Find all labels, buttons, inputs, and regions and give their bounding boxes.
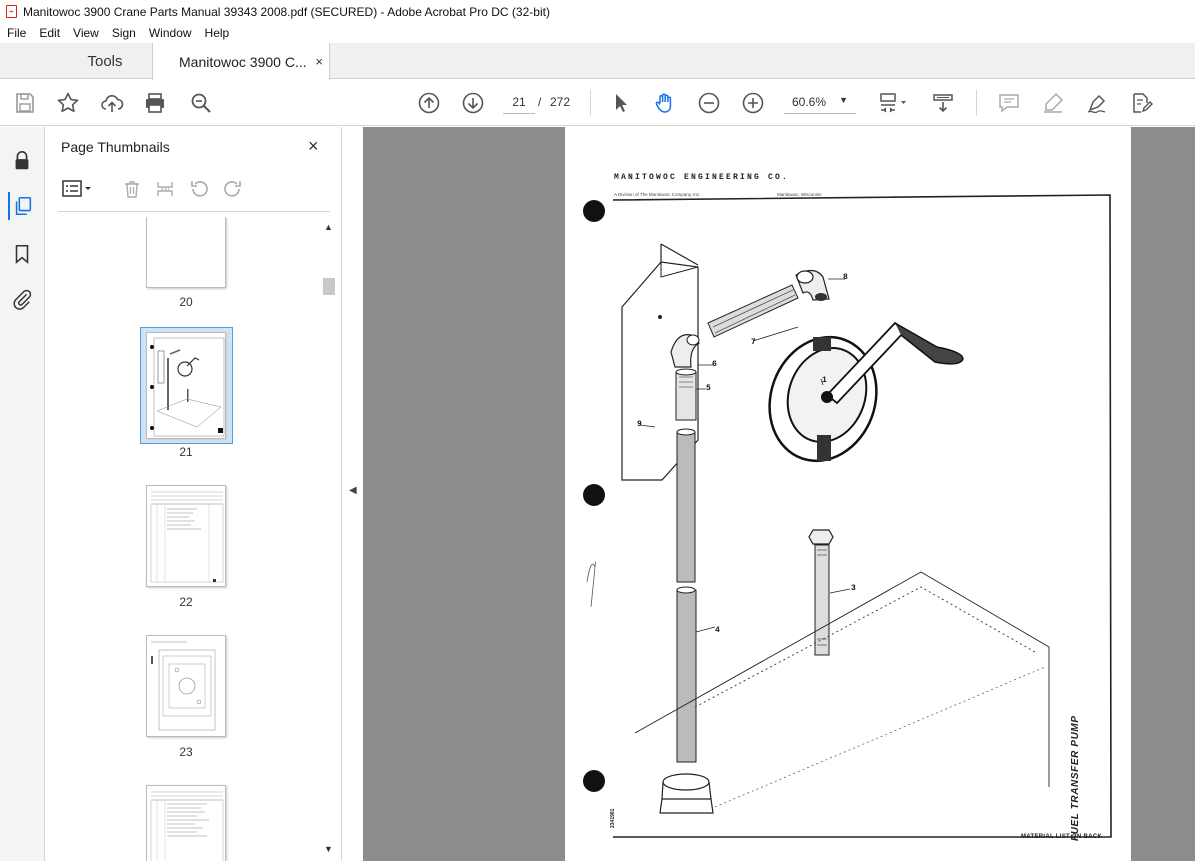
- scroll-mode-icon[interactable]: [930, 90, 956, 116]
- insert-page-icon[interactable]: [153, 177, 177, 201]
- document-view[interactable]: MANITOWOC ENGINEERING CO. A Division of …: [363, 127, 1195, 861]
- menu-file[interactable]: File: [0, 26, 32, 40]
- thumbnail-page-24[interactable]: [146, 785, 226, 861]
- cloud-upload-icon[interactable]: [99, 90, 125, 116]
- document-footer: MATERIAL LIST ON BACK: [1021, 834, 1103, 840]
- menu-window[interactable]: Window: [142, 26, 198, 40]
- thumbnail-page-23[interactable]: [146, 635, 226, 737]
- acrobat-pdf-icon: ⌁: [6, 5, 17, 18]
- page-thumbnails-panel: Page Thumbnails × 20 21 22 23 ▲ ▼: [46, 127, 342, 861]
- delete-page-icon[interactable]: [120, 177, 144, 201]
- menu-sign[interactable]: Sign: [105, 26, 142, 40]
- close-tab-icon[interactable]: ×: [315, 54, 323, 69]
- thumbnail-21-preview: [150, 337, 225, 437]
- callout-label: 9: [637, 420, 642, 429]
- menu-bar: File Edit View Sign Window Help: [0, 23, 1195, 43]
- thumbnail-label: 22: [179, 595, 193, 609]
- thumbnail-23-preview: [151, 641, 216, 731]
- document-side-title: FUEL TRANSFER PUMP: [1070, 715, 1081, 841]
- panel-title: Page Thumbnails: [61, 139, 170, 155]
- print-icon[interactable]: [142, 90, 168, 116]
- next-page-icon[interactable]: [460, 90, 486, 116]
- acrobat-window: ⌁ Manitowoc 3900 Crane Parts Manual 3934…: [0, 0, 1195, 861]
- sign-pen-icon[interactable]: [1084, 90, 1110, 116]
- tab-document[interactable]: Manitowoc 3900 C... ×: [152, 43, 330, 80]
- title-bar: ⌁ Manitowoc 3900 Crane Parts Manual 3934…: [0, 0, 1195, 23]
- tab-tools[interactable]: Tools: [58, 43, 152, 79]
- bookmarks-icon[interactable]: [8, 240, 36, 268]
- rotate-clockwise-icon[interactable]: [221, 177, 245, 201]
- rotate-counterclockwise-icon[interactable]: [187, 177, 211, 201]
- options-menu-icon[interactable]: [60, 177, 94, 201]
- window-title: Manitowoc 3900 Crane Parts Manual 39343 …: [23, 4, 550, 19]
- callout-label: 6: [712, 360, 717, 369]
- thumbnail-scrollbar[interactable]: ▲ ▼: [322, 220, 336, 858]
- highlight-pen-icon[interactable]: [1040, 90, 1066, 116]
- thumbnail-page-22[interactable]: [146, 485, 226, 587]
- thumbnail-page-21[interactable]: [146, 332, 226, 439]
- toolbar-divider: [976, 90, 977, 116]
- callout-label: 1: [822, 376, 827, 385]
- comment-icon[interactable]: [996, 90, 1022, 116]
- search-zoom-icon[interactable]: [188, 90, 214, 116]
- menu-help[interactable]: Help: [198, 26, 236, 40]
- tab-document-label: Manitowoc 3900 C...: [179, 53, 307, 70]
- chevron-down-icon: ▼: [839, 95, 848, 105]
- page-separator: /: [538, 95, 542, 109]
- thumbnail-list: 20 21 22 23: [46, 217, 326, 861]
- close-panel-icon[interactable]: ×: [308, 136, 319, 157]
- zoom-level-select[interactable]: 60.6% ▼: [784, 90, 856, 114]
- edit-document-icon[interactable]: [1128, 90, 1154, 116]
- callout-label: 5: [706, 384, 711, 393]
- scrollbar-thumb[interactable]: [323, 278, 335, 295]
- page-number-input[interactable]: 21: [503, 90, 535, 114]
- hand-tool-icon[interactable]: [652, 90, 678, 116]
- callout-label: 3: [851, 584, 856, 593]
- thumbnail-24-preview: [150, 791, 224, 861]
- bookmark-star-icon[interactable]: [55, 90, 81, 116]
- thumbnail-label: 21: [179, 445, 193, 459]
- scroll-down-icon[interactable]: ▼: [324, 844, 333, 854]
- select-cursor-icon[interactable]: [608, 90, 634, 116]
- zoom-out-icon[interactable]: [696, 90, 722, 116]
- scroll-up-icon[interactable]: ▲: [324, 222, 333, 232]
- menu-edit[interactable]: Edit: [32, 26, 66, 40]
- thumbnail-22-preview: [150, 491, 224, 583]
- zoom-level-value: 60.6%: [792, 94, 827, 109]
- callout-label: 4: [715, 626, 720, 635]
- previous-page-icon[interactable]: [416, 90, 442, 116]
- fuel-pump-drawing: [583, 194, 1112, 838]
- tab-bar: Tools Manitowoc 3900 C... ×: [0, 43, 1195, 80]
- page-thumbnails-icon[interactable]: [8, 192, 36, 220]
- left-rail: [0, 127, 45, 861]
- thumbnail-toolbar: [60, 177, 330, 201]
- pdf-page: MANITOWOC ENGINEERING CO. A Division of …: [565, 127, 1131, 861]
- menu-view[interactable]: View: [66, 26, 105, 40]
- total-pages: 272: [550, 95, 571, 109]
- callout-label: 8: [843, 273, 848, 282]
- save-icon[interactable]: [12, 90, 38, 116]
- main-toolbar: 21 / 272 60.6% ▼: [0, 80, 1195, 126]
- panel-collapse-handle[interactable]: ◀: [343, 127, 363, 861]
- thumbnail-label: 23: [179, 745, 193, 759]
- attachments-icon[interactable]: [8, 285, 36, 313]
- chevron-left-icon[interactable]: ◀: [349, 485, 357, 496]
- thumbnail-page-20[interactable]: [146, 217, 226, 288]
- drawing-number: 2341981: [610, 808, 616, 828]
- lock-icon[interactable]: [8, 147, 36, 175]
- callout-label: 7: [751, 338, 756, 347]
- thumbnail-label: 20: [179, 295, 193, 309]
- zoom-in-icon[interactable]: [740, 90, 766, 116]
- divider: [58, 211, 330, 212]
- toolbar-divider: [590, 90, 591, 116]
- page-fit-icon[interactable]: [876, 90, 910, 116]
